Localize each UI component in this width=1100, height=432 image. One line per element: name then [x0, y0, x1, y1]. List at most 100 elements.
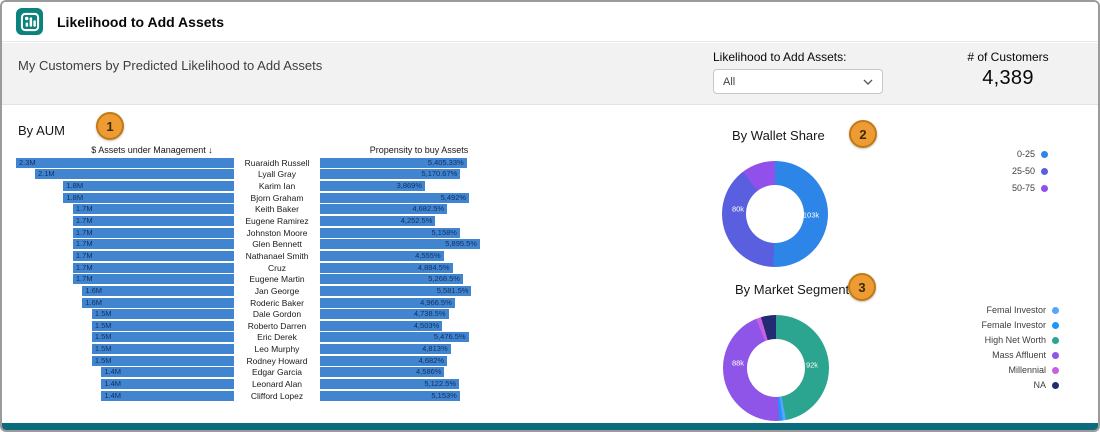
propensity-bar[interactable]: 4,555%: [320, 250, 444, 261]
aum-row: 1.7M Keith Baker 4,682.5%: [16, 204, 480, 216]
propensity-bar[interactable]: 5,581.5%: [320, 285, 472, 296]
aum-row: 2.1M Lyall Gray 5,170.67%: [16, 169, 480, 181]
customer-name: Jan George: [254, 285, 300, 296]
analytics-app-icon[interactable]: [16, 8, 43, 35]
propensity-bar[interactable]: 5,405.33%: [320, 157, 467, 168]
aum-bar[interactable]: 1.4M: [101, 367, 234, 378]
propensity-bar[interactable]: 5,122.5%: [320, 378, 460, 389]
propensity-bar[interactable]: 5,158%: [320, 227, 460, 238]
propensity-value-label: 3,869%: [396, 181, 422, 191]
propensity-bar[interactable]: 5,268.5%: [320, 274, 463, 285]
aum-bar[interactable]: 1.7M: [72, 274, 234, 285]
propensity-bar-cell: 5,153%: [320, 390, 480, 401]
propensity-bar[interactable]: 5,476.5%: [320, 332, 469, 343]
aum-bar[interactable]: 1.4M: [101, 378, 234, 389]
customer-name: Nathanael Smith: [245, 250, 309, 261]
propensity-bar-cell: 5,895.5%: [320, 239, 480, 250]
aum-bar-cell: 2.1M: [16, 169, 234, 180]
customer-name: Eugene Martin: [249, 274, 305, 285]
aum-row: 1.5M Roberto Darren 4,503%: [16, 320, 480, 332]
step-badge-2: 2: [849, 120, 877, 148]
market-segment-donut[interactable]: 88k 92k: [723, 315, 829, 421]
aum-bar[interactable]: 1.6M: [82, 285, 234, 296]
aum-bar[interactable]: 1.7M: [72, 227, 234, 238]
aum-bar[interactable]: 1.7M: [72, 239, 234, 250]
aum-row: 1.8M Bjorn Graham 5,492%: [16, 192, 480, 204]
legend-label: 0-25: [1016, 149, 1035, 159]
aum-row: 1.4M Edgar Garcia 4,586%: [16, 367, 480, 379]
customer-name: Rodney Howard: [246, 355, 308, 366]
propensity-bar[interactable]: 4,682%: [320, 355, 448, 366]
aum-bar-cell: 1.8M: [16, 192, 234, 203]
customers-kpi: # of Customers 4,389: [950, 50, 1066, 90]
aum-bar[interactable]: 2.3M: [16, 157, 234, 168]
aum-bar[interactable]: 1.5M: [91, 309, 234, 320]
market-segment-title: By Market Segment: [735, 282, 850, 297]
propensity-bar[interactable]: 4,586%: [320, 367, 445, 378]
propensity-bar[interactable]: 4,966.5%: [320, 297, 455, 308]
aum-bar[interactable]: 1.4M: [101, 390, 234, 401]
aum-row: 1.7M Glen Bennett 5,895.5%: [16, 238, 480, 250]
legend-item[interactable]: NA: [981, 380, 1059, 390]
aum-value-label: 1.5M: [94, 320, 112, 330]
propensity-bar[interactable]: 5,895.5%: [320, 239, 480, 250]
propensity-bar[interactable]: 5,492%: [320, 192, 470, 203]
propensity-column-header[interactable]: Propensity to buy Assets: [340, 145, 498, 155]
propensity-bar-cell: 5,268.5%: [320, 274, 480, 285]
aum-row: 1.6M Roderic Baker 4,966.5%: [16, 297, 480, 309]
propensity-bar[interactable]: 3,869%: [320, 181, 425, 192]
likelihood-filter-select[interactable]: All: [713, 69, 883, 94]
legend-label: Mass Affluent: [992, 350, 1046, 360]
aum-bar[interactable]: 1.5M: [91, 332, 234, 343]
aum-value-label: 1.6M: [85, 297, 103, 307]
aum-bar[interactable]: 1.7M: [72, 250, 234, 261]
aum-bar[interactable]: 2.1M: [34, 169, 234, 180]
aum-bar-cell: 1.8M: [16, 181, 234, 192]
propensity-bar[interactable]: 5,170.67%: [320, 169, 461, 180]
propensity-bar-cell: 4,555%: [320, 250, 480, 261]
aum-bar[interactable]: 1.7M: [72, 204, 234, 215]
propensity-bar[interactable]: 4,503%: [320, 320, 443, 331]
legend-item[interactable]: 0-25: [1012, 149, 1048, 159]
aum-row: 1.5M Rodney Howard 4,682%: [16, 355, 480, 367]
aum-bar[interactable]: 1.8M: [63, 192, 234, 203]
likelihood-filter: Likelihood to Add Assets: All: [713, 50, 883, 94]
aum-column-header[interactable]: $ Assets under Management ↓: [57, 145, 247, 155]
propensity-value-label: 5,268.5%: [428, 274, 460, 284]
aum-bar[interactable]: 1.5M: [91, 320, 234, 331]
filter-label: Likelihood to Add Assets:: [713, 50, 847, 64]
propensity-bar[interactable]: 4,884.5%: [320, 262, 453, 273]
customer-name: Roberto Darren: [247, 320, 307, 331]
legend-item[interactable]: Mass Affluent: [981, 350, 1059, 360]
aum-bar[interactable]: 1.7M: [72, 262, 234, 273]
aum-value-label: 1.5M: [94, 355, 112, 365]
propensity-bar-cell: 5,476.5%: [320, 332, 480, 343]
aum-bar[interactable]: 1.7M: [72, 216, 234, 227]
wallet-share-donut[interactable]: 80k 103k: [722, 161, 828, 267]
propensity-bar[interactable]: 5,153%: [320, 390, 460, 401]
legend-item[interactable]: Millennial: [981, 365, 1059, 375]
legend-dot: [1052, 336, 1059, 344]
aum-value-label: 1.5M: [94, 309, 112, 319]
propensity-value-label: 5,405.33%: [427, 157, 464, 167]
aum-value-label: 1.8M: [66, 181, 84, 191]
legend-item[interactable]: 25-50: [1012, 166, 1048, 176]
aum-value-label: 1.8M: [66, 192, 84, 202]
aum-bar[interactable]: 1.5M: [91, 355, 234, 366]
propensity-bar[interactable]: 4,813%: [320, 344, 451, 355]
propensity-bar[interactable]: 4,682.5%: [320, 204, 448, 215]
legend-item[interactable]: High Net Worth: [981, 335, 1059, 345]
aum-bar[interactable]: 1.6M: [82, 297, 234, 308]
legend-item[interactable]: Female Investor: [981, 320, 1059, 330]
aum-row: 1.5M Dale Gordon 4,738.5%: [16, 308, 480, 320]
aum-row: 1.8M Karim Ian 3,869%: [16, 180, 480, 192]
legend-item[interactable]: 50-75: [1012, 183, 1048, 193]
donut-hole: [747, 339, 805, 397]
propensity-bar[interactable]: 4,252.5%: [320, 216, 436, 227]
aum-bar[interactable]: 1.5M: [91, 344, 234, 355]
legend-item[interactable]: Femal Investor: [981, 305, 1059, 315]
aum-bar[interactable]: 1.8M: [63, 181, 234, 192]
legend-label: NA: [1033, 380, 1046, 390]
propensity-bar[interactable]: 4,738.5%: [320, 309, 449, 320]
customer-name: Keith Baker: [255, 204, 299, 215]
